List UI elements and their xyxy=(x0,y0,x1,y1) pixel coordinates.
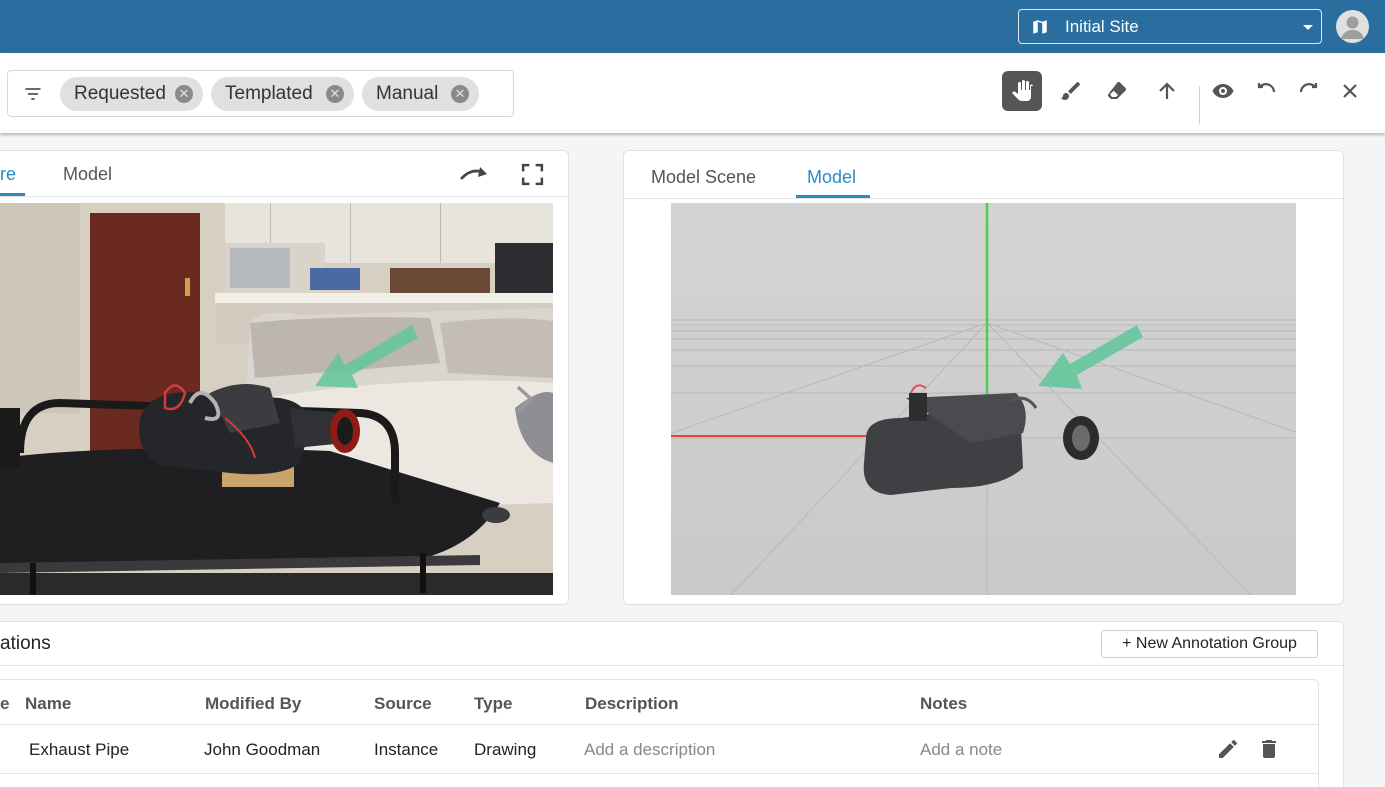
remove-chip-icon[interactable]: ✕ xyxy=(326,85,344,103)
user-avatar-icon[interactable] xyxy=(1336,10,1369,43)
chevron-right-icon[interactable] xyxy=(512,383,538,415)
redo-button[interactable] xyxy=(1289,71,1329,111)
tab-model[interactable]: Model xyxy=(63,164,112,185)
cell-type: Drawing xyxy=(474,740,537,759)
row-divider xyxy=(0,773,1318,774)
filter-chip-templated[interactable]: Templated ✕ xyxy=(211,77,354,111)
eye-icon xyxy=(1212,84,1234,98)
redo-arrow-icon[interactable] xyxy=(458,163,490,187)
description-field[interactable]: Add a description xyxy=(584,740,715,760)
edit-icon[interactable] xyxy=(1216,737,1240,761)
card-divider xyxy=(0,665,1343,666)
column-header-type[interactable]: Type xyxy=(474,694,512,714)
filter-chip-label: Templated xyxy=(225,83,313,104)
model-render xyxy=(671,203,1296,595)
chevron-down-icon xyxy=(1303,25,1313,30)
undo-icon xyxy=(1257,83,1276,93)
brush-icon xyxy=(1061,82,1080,100)
arrow-up-icon xyxy=(1159,82,1175,99)
column-header-notes[interactable]: Notes xyxy=(920,694,967,714)
remove-chip-icon[interactable]: ✕ xyxy=(175,85,193,103)
annotations-title: ations xyxy=(0,633,51,654)
map-icon xyxy=(1033,19,1047,34)
filter-list-icon[interactable] xyxy=(23,84,43,104)
eraser-icon xyxy=(1108,82,1126,99)
tab-model[interactable]: Model xyxy=(807,167,856,188)
tab-model-scene[interactable]: Model Scene xyxy=(651,167,756,188)
site-selector-value: Initial Site xyxy=(1065,16,1139,36)
tab-divider xyxy=(0,196,568,197)
filter-chip-label: Requested xyxy=(74,83,166,104)
cell-name: Exhaust Pipe xyxy=(29,740,130,759)
capture-photo xyxy=(0,203,553,595)
new-annotation-group-button[interactable]: + New Annotation Group xyxy=(1101,630,1318,658)
column-header-description[interactable]: Description xyxy=(585,694,679,714)
tab-divider xyxy=(624,198,1343,199)
hand-icon xyxy=(1012,80,1033,101)
undo-button[interactable] xyxy=(1246,71,1286,111)
tab-capture[interactable]: re xyxy=(0,164,16,185)
app-header: Initial Site xyxy=(0,0,1385,53)
column-header-name[interactable]: Name xyxy=(25,694,71,714)
eraser-tool-button[interactable] xyxy=(1097,71,1137,111)
visibility-button[interactable] xyxy=(1203,71,1243,111)
annotation-toolbar: Requested ✕ Templated ✕ Manual ✕ xyxy=(0,53,1385,133)
column-header-source[interactable]: Source xyxy=(374,694,432,714)
model-viewport[interactable] xyxy=(671,203,1296,595)
person-icon xyxy=(1341,16,1364,39)
redo-icon xyxy=(1299,83,1318,93)
arrow-tool-button[interactable] xyxy=(1147,71,1187,111)
remove-chip-icon[interactable]: ✕ xyxy=(451,85,469,103)
cell-modified-by: John Goodman xyxy=(204,740,321,759)
filter-chip-manual[interactable]: Manual ✕ xyxy=(362,77,479,111)
fullscreen-icon[interactable] xyxy=(520,162,545,187)
filter-chip-label: Manual xyxy=(376,83,439,104)
cell-source: Instance xyxy=(374,740,439,759)
toolbar-divider xyxy=(1199,86,1200,124)
site-selector[interactable]: Initial Site xyxy=(1018,9,1322,44)
delete-icon[interactable] xyxy=(1257,737,1281,761)
filter-bar[interactable]: Requested ✕ Templated ✕ Manual ✕ xyxy=(7,70,514,117)
column-header-truncated: e xyxy=(0,694,10,713)
notes-field[interactable]: Add a note xyxy=(920,740,1002,760)
column-header-modified-by[interactable]: Modified By xyxy=(205,694,301,714)
pan-tool-button[interactable] xyxy=(1002,71,1042,111)
brush-tool-button[interactable] xyxy=(1051,71,1091,111)
capture-image[interactable] xyxy=(0,203,553,595)
header-divider xyxy=(0,724,1318,725)
filter-chip-requested[interactable]: Requested ✕ xyxy=(60,77,203,111)
close-button[interactable] xyxy=(1330,71,1370,111)
close-icon xyxy=(1343,84,1357,98)
